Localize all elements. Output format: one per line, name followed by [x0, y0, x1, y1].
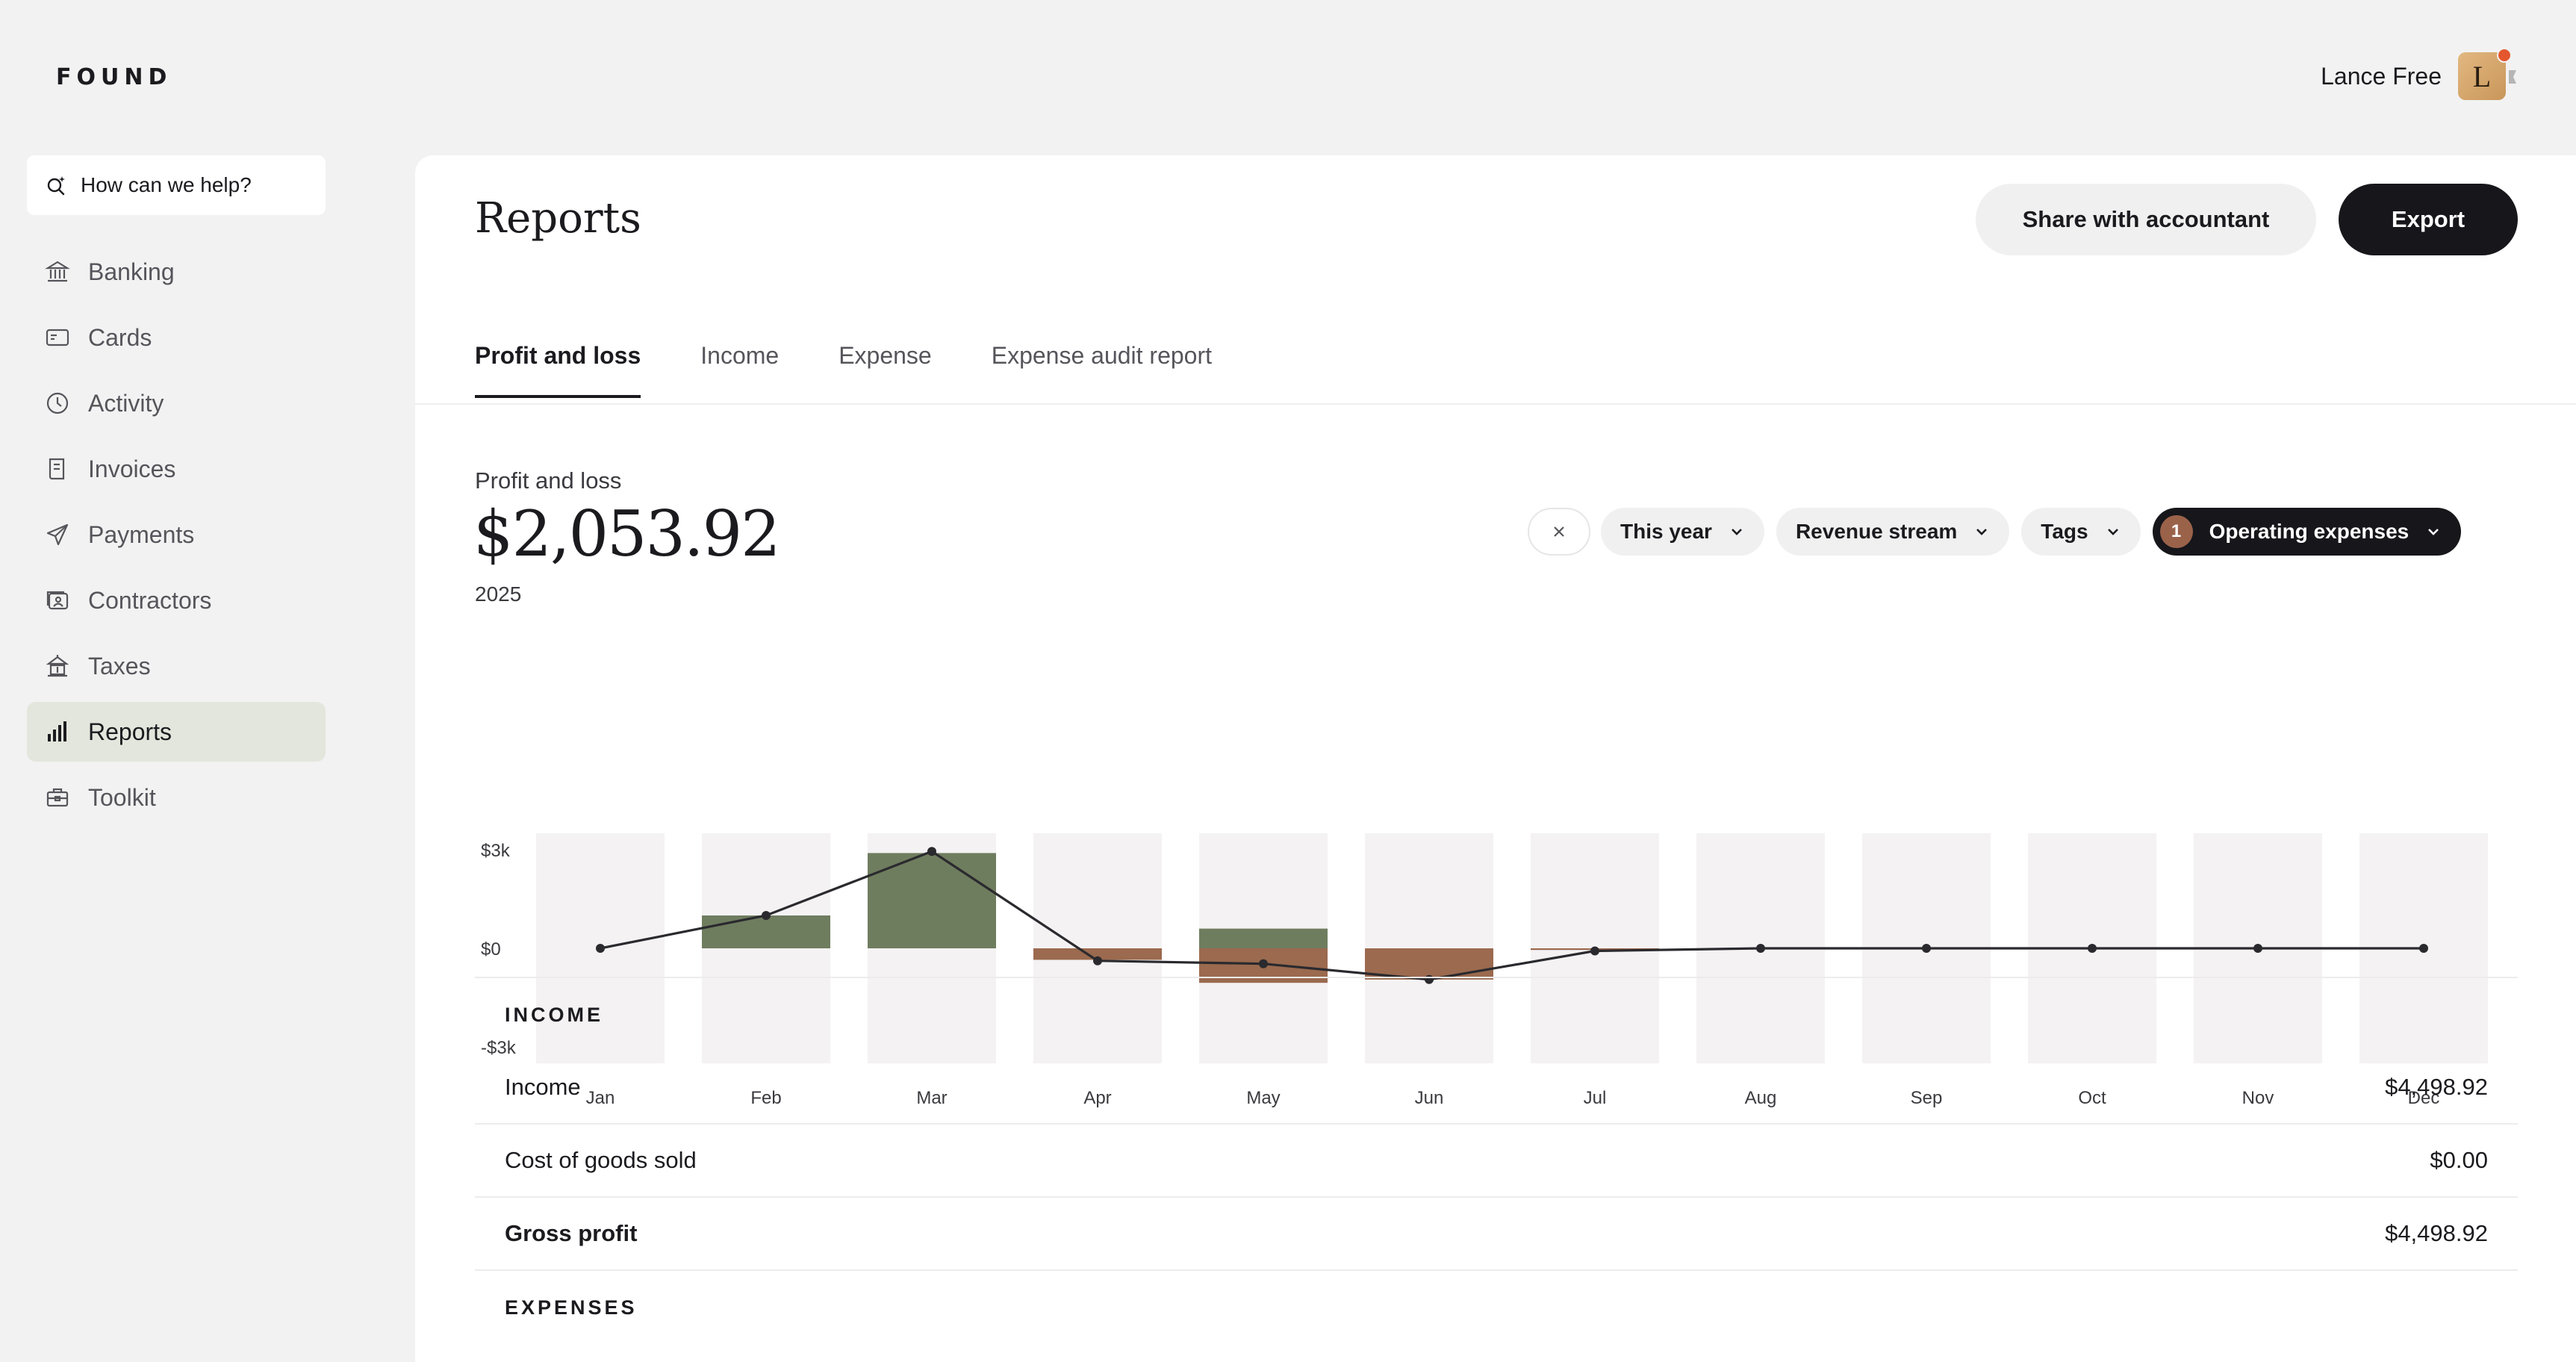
- net-point: [2419, 944, 2428, 953]
- income-section-title: INCOME: [475, 977, 2518, 1051]
- tab-expense[interactable]: Expense: [839, 342, 932, 398]
- table-row[interactable]: Income $4,498.92: [475, 1051, 2518, 1125]
- help-search-label: How can we help?: [81, 173, 252, 196]
- revenue-stream-filter-label: Revenue stream: [1795, 520, 1958, 543]
- close-icon: [1554, 526, 1564, 537]
- taxes-icon: [46, 655, 69, 677]
- net-point: [1922, 944, 1931, 953]
- avatar[interactable]: L: [2458, 48, 2516, 100]
- filter-bar: This year Revenue stream Tags 1 Operatin…: [1528, 508, 2462, 556]
- sidebar-item-contractors[interactable]: Contractors: [27, 570, 326, 630]
- sidebar-item-label: Banking: [88, 258, 175, 285]
- sidebar-item-label: Cards: [88, 323, 152, 351]
- profit-loss-table: INCOME Income $4,498.92 Cost of goods so…: [475, 977, 2518, 1344]
- row-label: Income: [505, 1074, 581, 1100]
- row-value: $0.00: [2430, 1147, 2488, 1173]
- net-point: [2088, 944, 2097, 953]
- sidebar-item-taxes[interactable]: Taxes: [27, 636, 326, 696]
- sidebar-item-label: Activity: [88, 389, 164, 417]
- brand-logo[interactable]: FOUND: [56, 64, 172, 90]
- toolkit-icon: [46, 788, 69, 807]
- sidebar-item-payments[interactable]: Payments: [27, 505, 326, 565]
- filter-count-badge: 1: [2159, 515, 2193, 548]
- revenue-stream-filter[interactable]: Revenue stream: [1776, 508, 2010, 556]
- share-with-accountant-button[interactable]: Share with accountant: [1976, 184, 2316, 255]
- net-point: [927, 847, 936, 856]
- clear-filters-button[interactable]: [1528, 508, 1590, 556]
- income-bar: [1199, 928, 1328, 948]
- net-point: [596, 944, 605, 953]
- summary-amount: $2,053.92: [473, 497, 781, 570]
- tab-income[interactable]: Income: [700, 342, 779, 398]
- sidebar-item-toolkit[interactable]: Toolkit: [27, 768, 326, 827]
- notification-dot: [2497, 48, 2512, 63]
- report-tabs: Profit and loss Income Expense Expense a…: [475, 342, 1212, 398]
- period-filter-label: This year: [1620, 520, 1712, 543]
- net-point: [1259, 959, 1268, 968]
- sidebar-item-cards[interactable]: Cards: [27, 308, 326, 367]
- row-label: Gross profit: [505, 1220, 638, 1246]
- page-title: Reports: [475, 194, 641, 243]
- avatar-tag-icon: [2509, 70, 2516, 84]
- net-point: [1756, 944, 1765, 953]
- tabs-divider: [415, 403, 2576, 405]
- bar-chart-icon: [48, 721, 66, 741]
- income-bar: [868, 853, 996, 948]
- operating-expenses-filter-label: Operating expenses: [2209, 520, 2409, 543]
- sidebar-item-reports[interactable]: Reports: [27, 702, 326, 762]
- net-point: [1590, 946, 1599, 956]
- table-row[interactable]: Gross profit $4,498.92: [475, 1198, 2518, 1271]
- contractor-icon: [46, 591, 69, 610]
- main-panel: Reports Share with accountant Export Pro…: [415, 155, 2576, 1362]
- clock-icon: [46, 392, 69, 414]
- net-point: [1093, 956, 1102, 965]
- net-point: [762, 911, 771, 920]
- table-row[interactable]: Cost of goods sold $0.00: [475, 1125, 2518, 1198]
- card-icon: [46, 329, 69, 346]
- row-value: $4,498.92: [2385, 1220, 2488, 1246]
- send-icon: [46, 523, 69, 546]
- chevron-down-icon: [1976, 529, 1988, 535]
- help-search[interactable]: How can we help?: [27, 155, 326, 215]
- chevron-down-icon: [2107, 529, 2118, 535]
- tags-filter[interactable]: Tags: [2021, 508, 2141, 556]
- sidebar-item-activity[interactable]: Activity: [27, 373, 326, 433]
- user-name: Lance Free: [2321, 62, 2442, 90]
- period-filter[interactable]: This year: [1601, 508, 1764, 556]
- sidebar-item-label: Reports: [88, 718, 172, 745]
- row-value: $4,498.92: [2385, 1074, 2488, 1100]
- tab-profit-and-loss[interactable]: Profit and loss: [475, 342, 641, 398]
- user-menu[interactable]: Lance Free L: [2321, 48, 2516, 100]
- y-tick-label: $0: [481, 939, 501, 960]
- invoice-icon: [49, 458, 65, 480]
- sidebar-item-label: Taxes: [88, 652, 151, 680]
- sidebar-item-invoices[interactable]: Invoices: [27, 439, 326, 499]
- tab-expense-audit-report[interactable]: Expense audit report: [992, 342, 1212, 398]
- net-point: [2253, 944, 2262, 953]
- sidebar-item-label: Invoices: [88, 455, 176, 482]
- summary-year: 2025: [475, 582, 522, 606]
- y-tick-label: $3k: [481, 841, 511, 861]
- chevron-down-icon: [2428, 529, 2439, 535]
- income-bar: [702, 915, 830, 948]
- sparkle-search-icon: [47, 176, 65, 196]
- bank-icon: [45, 261, 70, 282]
- chevron-down-icon: [1732, 529, 1742, 535]
- operating-expenses-filter[interactable]: 1 Operating expenses: [2152, 508, 2462, 556]
- row-label: Cost of goods sold: [505, 1147, 697, 1173]
- sidebar-item-label: Toolkit: [88, 783, 156, 811]
- sidebar-item-label: Payments: [88, 520, 195, 548]
- sidebar-nav: Banking Cards Activity Invoices Payments…: [27, 242, 326, 833]
- sidebar-item-banking[interactable]: Banking: [27, 242, 326, 302]
- sidebar-item-label: Contractors: [88, 586, 212, 614]
- summary-label: Profit and loss: [475, 467, 622, 494]
- expenses-section-title: EXPENSES: [505, 1296, 638, 1319]
- avatar-initial: L: [2472, 59, 2492, 93]
- tags-filter-label: Tags: [2041, 520, 2088, 543]
- export-button[interactable]: Export: [2339, 184, 2518, 255]
